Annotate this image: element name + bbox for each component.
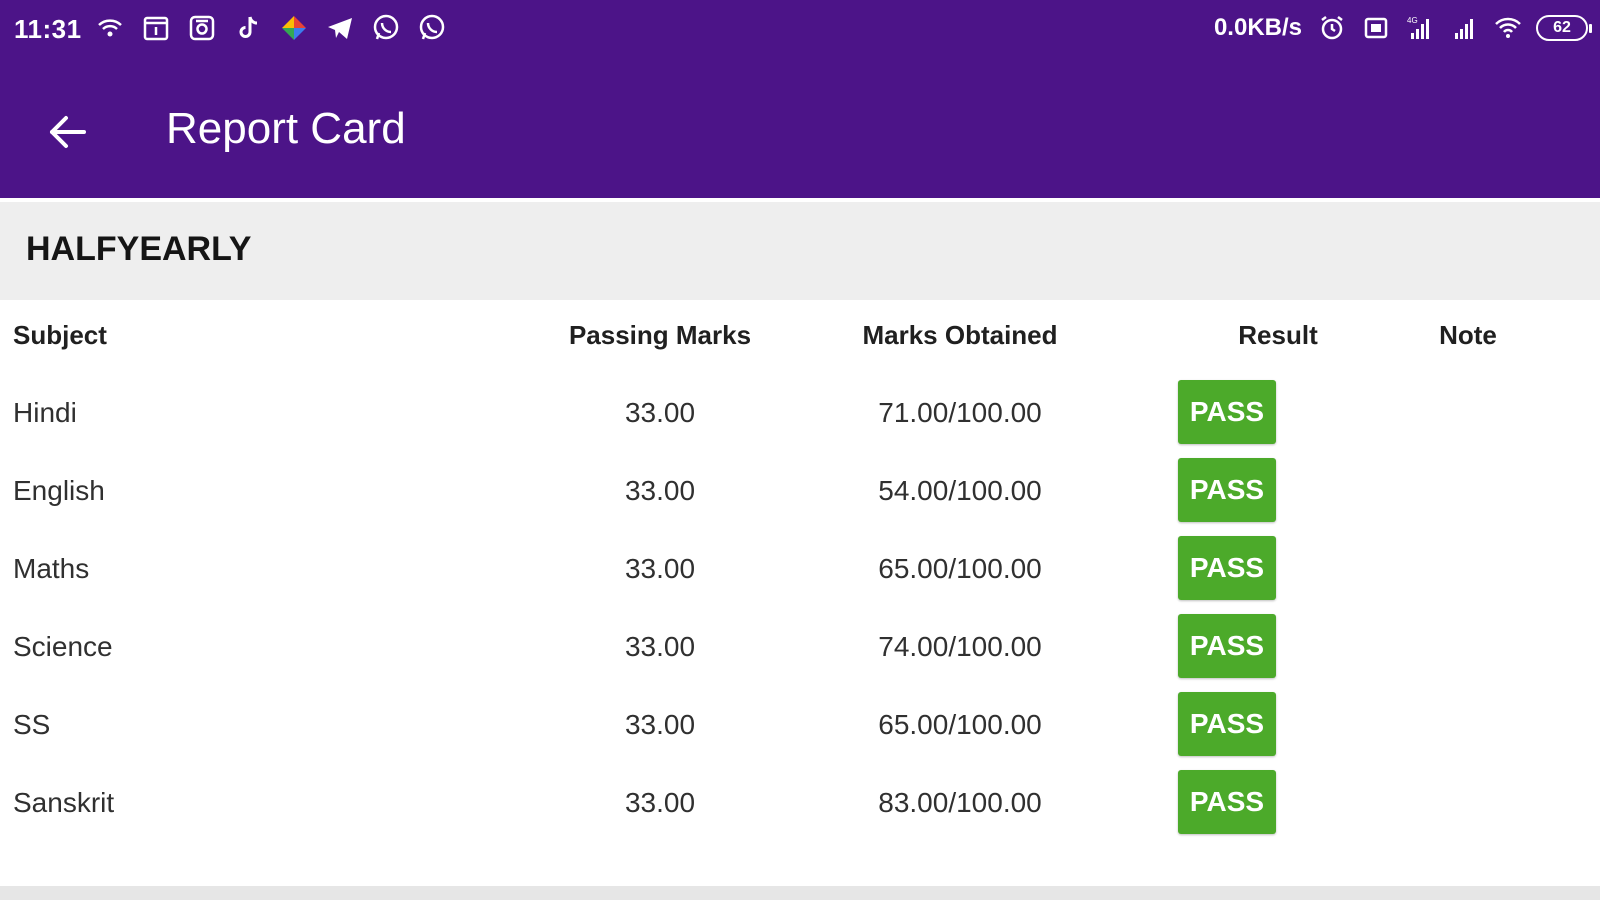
whatsapp-icon (370, 12, 402, 44)
header-passing-marks: Passing Marks (568, 320, 752, 350)
svg-text:4G: 4G (1407, 16, 1418, 25)
top-app-area: 11:31 0.0KB/s 4G 62 Report Card (0, 0, 1600, 198)
header-result: Result (1238, 320, 1318, 350)
table-row: Maths 33.00 65.00/100.00 PASS (0, 530, 1600, 608)
wifi-calling-icon (94, 12, 126, 44)
subject-name: Maths (13, 553, 90, 584)
signal-icon (1448, 12, 1480, 44)
arrow-left-icon (50, 116, 86, 148)
marks-obtained: 74.00/100.00 (878, 631, 1042, 662)
signal-4g-icon: 4G (1404, 12, 1436, 44)
marks-obtained: 65.00/100.00 (878, 709, 1042, 740)
table-row: SS 33.00 65.00/100.00 PASS (0, 686, 1600, 764)
back-button[interactable] (40, 104, 96, 160)
exam-name: HALFYEARLY (26, 230, 252, 268)
marks-obtained: 83.00/100.00 (878, 787, 1042, 818)
result-badge: PASS (1178, 692, 1276, 756)
subject-name: English (13, 475, 105, 506)
notification-icons (94, 12, 448, 44)
header-subject: Subject (13, 320, 107, 350)
photos-icon (278, 12, 310, 44)
alarm-icon (1316, 12, 1348, 44)
sim-icon (1360, 12, 1392, 44)
telegram-icon (324, 12, 356, 44)
page-title: Report Card (166, 104, 406, 153)
passing-marks: 33.00 (624, 397, 696, 428)
subject-name: SS (13, 709, 51, 740)
table-row: Sanskrit 33.00 83.00/100.00 PASS (0, 764, 1600, 842)
result-badge: PASS (1178, 380, 1276, 444)
marks-obtained: 65.00/100.00 (878, 553, 1042, 584)
table-row: English 33.00 54.00/100.00 PASS (0, 452, 1600, 530)
calendar-icon (140, 12, 172, 44)
marks-obtained: 71.00/100.00 (878, 397, 1042, 428)
header-note: Note (1439, 320, 1497, 350)
status-bar: 11:31 0.0KB/s 4G 62 (0, 0, 1600, 64)
result-badge: PASS (1178, 614, 1276, 678)
wifi-icon (1492, 12, 1524, 44)
status-time: 11:31 (14, 14, 82, 44)
whatsapp-icon (416, 12, 448, 44)
header-marks-obtained: Marks Obtained (862, 320, 1058, 350)
app-bar: Report Card (0, 64, 1600, 198)
passing-marks: 33.00 (624, 553, 696, 584)
tiktok-icon (232, 12, 264, 44)
marks-obtained: 54.00/100.00 (878, 475, 1042, 506)
result-badge: PASS (1178, 536, 1276, 600)
battery-icon: 62 (1536, 15, 1592, 41)
passing-marks: 33.00 (624, 709, 696, 740)
network-speed: 0.0KB/s (1213, 14, 1302, 41)
exam-section-header: HALFYEARLY (0, 202, 1600, 300)
battery-level: 62 (1553, 19, 1571, 36)
app-icon (186, 12, 218, 44)
table-row: Science 33.00 74.00/100.00 PASS (0, 608, 1600, 686)
bottom-divider (0, 886, 1600, 900)
result-badge: PASS (1178, 770, 1276, 834)
subject-name: Sanskrit (13, 787, 115, 818)
system-status: 0.0KB/s 4G 62 (1213, 12, 1592, 44)
table-row: Hindi 33.00 71.00/100.00 PASS (0, 374, 1600, 452)
passing-marks: 33.00 (624, 631, 696, 662)
subject-name: Hindi (13, 397, 77, 428)
subject-name: Science (13, 631, 113, 662)
result-badge: PASS (1178, 458, 1276, 522)
passing-marks: 33.00 (624, 475, 696, 506)
passing-marks: 33.00 (624, 787, 696, 818)
